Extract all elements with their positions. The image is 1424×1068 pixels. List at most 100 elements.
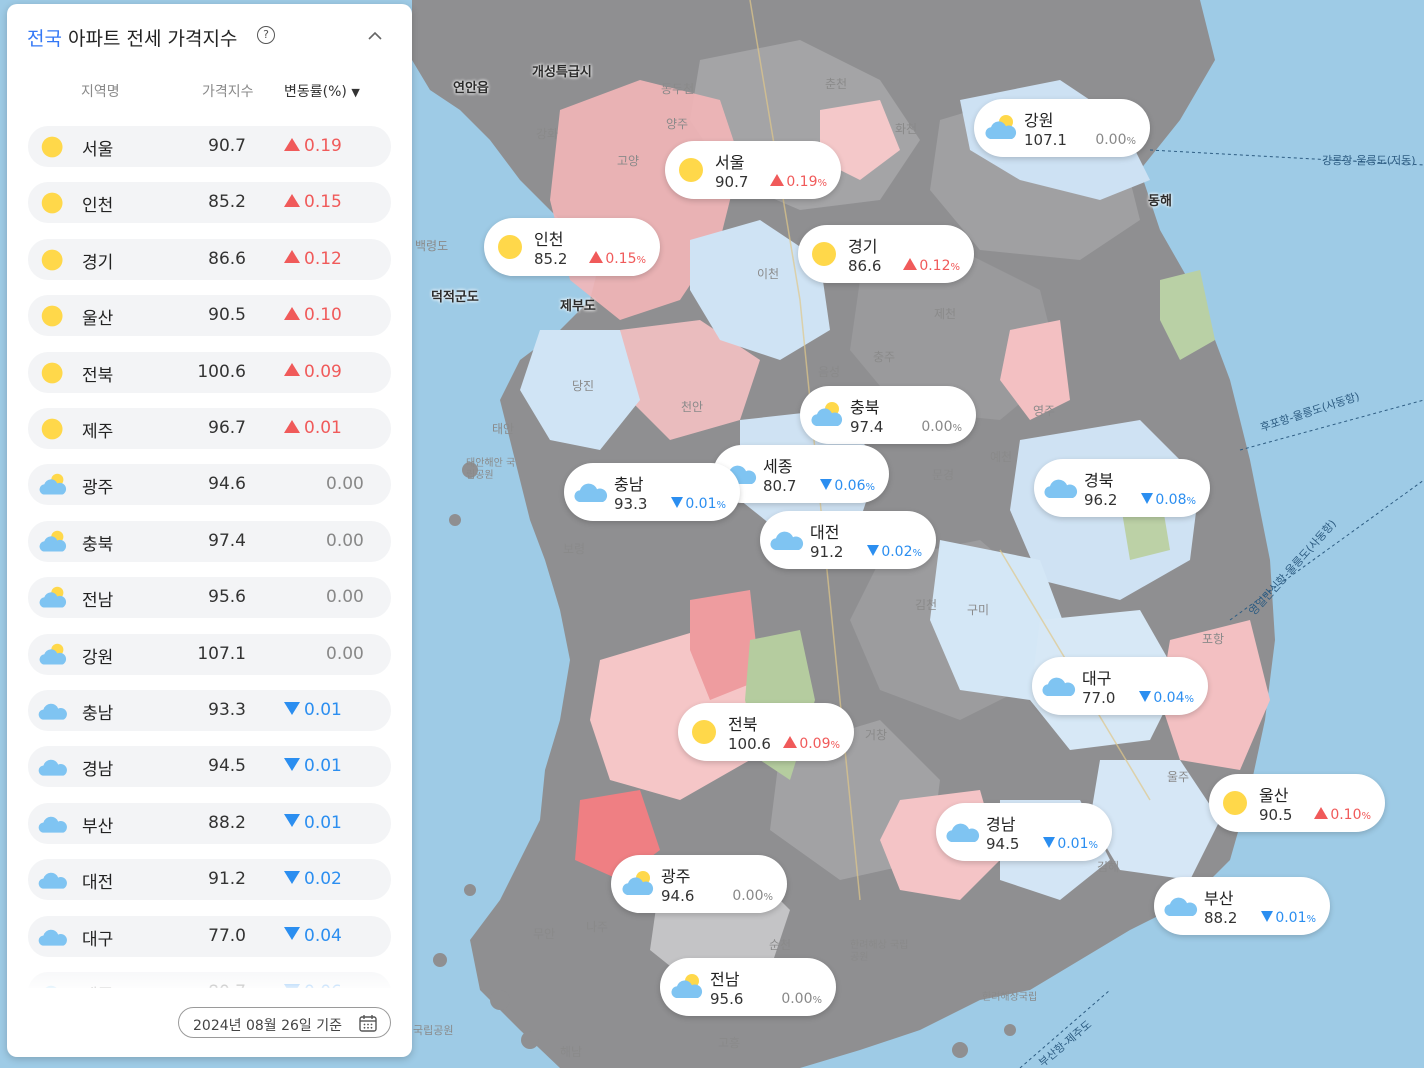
cloud-icon [38,872,67,889]
region-name: 울산 [82,309,114,330]
region-row[interactable]: 강원 107.1 0.00 [28,633,391,675]
down-arrow-icon [284,870,300,884]
cloud-icon [574,483,608,502]
cloud-icon [38,760,67,777]
marker-change-value: 0.01% [1043,836,1098,852]
map-marker-경북[interactable]: 경북 96.2 0.08% [1034,459,1210,517]
marker-index-value: 100.6 [728,735,771,753]
map-marker-부산[interactable]: 부산 88.2 0.01% [1154,877,1330,935]
map-label: 고흥 [718,1036,741,1050]
region-row[interactable]: 인천 85.2 0.15 [28,182,391,224]
map-label: 제천 [934,307,957,321]
map-label: 태안 [492,422,515,436]
change-rate-value: 0.02 [284,869,342,889]
region-row[interactable]: 충남 93.3 0.01 [28,690,391,731]
region-row[interactable]: 경기 86.6 0.12 [28,238,391,280]
region-row[interactable]: 전남 95.6 0.00 [28,577,391,619]
map-label: 순천 [769,938,792,952]
change-rate-number: 0.02 [304,869,342,890]
price-index-value: 90.5 [208,305,246,326]
region-row[interactable]: 충북 97.4 0.00 [28,520,391,562]
change-rate-value: 0.01 [284,418,342,438]
marker-region-name: 서울 [715,153,745,172]
partly-cloudy-icon [39,643,67,665]
change-rate-value: 0.15 [284,192,342,212]
map-marker-서울[interactable]: 서울 90.7 0.19% [665,141,841,199]
cloud-icon [38,929,67,946]
panel-title-text: 아파트 전세 가격지수 [61,28,238,50]
change-rate-value: 0.04 [284,926,342,946]
sun-icon [41,136,63,158]
marker-region-name: 세종 [763,457,793,476]
change-rate-number: 0.00 [326,643,364,664]
change-rate-value: 0.00 [326,644,364,664]
map-marker-대구[interactable]: 대구 77.0 0.04% [1032,657,1208,715]
marker-index-value: 90.5 [1259,806,1293,824]
price-index-value: 94.5 [208,756,246,777]
map-label: 동두천 [661,82,695,96]
down-arrow-icon [284,814,300,828]
region-row[interactable]: 대구 77.0 0.04 [28,915,391,957]
region-row[interactable]: 경남 94.5 0.01 [28,746,391,788]
column-header-change-sort[interactable]: 변동률(%) ▼ [284,81,360,101]
region-row[interactable]: 전북 100.6 0.09 [28,351,391,393]
map-marker-울산[interactable]: 울산 90.5 0.10% [1209,774,1385,832]
region-name: 충북 [82,534,114,555]
map-marker-전북[interactable]: 전북 100.6 0.09% [678,703,854,761]
cloud-icon [946,823,980,842]
map-marker-전남[interactable]: 전남 95.6 0.00% [660,958,836,1016]
change-rate-number: 0.01 [304,700,342,720]
map-label: 한려해상국립 [982,992,1038,1003]
change-rate-number: 0.01 [304,756,342,777]
change-rate-value: 0.00 [326,474,364,494]
change-rate-value: 0.01 [284,813,342,833]
map-marker-충남[interactable]: 충남 93.3 0.01% [564,463,740,521]
map-label: 포항 [1202,632,1225,646]
map-marker-인천[interactable]: 인천 85.2 0.15% [484,218,660,276]
up-arrow-icon [284,193,300,207]
region-name: 광주 [82,478,114,499]
map-marker-강원[interactable]: 강원 107.1 0.00% [974,99,1150,157]
change-rate-value: 0.01 [284,700,342,720]
up-arrow-icon [770,174,785,186]
chevron-up-icon[interactable] [367,28,383,44]
map-marker-경기[interactable]: 경기 86.6 0.12% [798,225,974,283]
help-icon[interactable]: ? [257,26,275,44]
map-label: 보령 [563,542,586,556]
partly-cloudy-icon [39,474,67,495]
region-row[interactable]: 대전 91.2 0.02 [28,859,391,901]
down-arrow-icon [1261,910,1274,922]
change-rate-number: 0.00 [326,474,364,495]
ferry-route-label: 강릉항-울릉도(저동) [1322,154,1416,167]
marker-region-name: 전남 [710,970,740,989]
cloud-icon [770,531,804,550]
region-row[interactable]: 제주 96.7 0.01 [28,408,391,449]
region-row[interactable]: 서울 90.7 0.19 [28,126,391,167]
region-row[interactable]: 부산 88.2 0.01 [28,802,391,844]
map-label: 문경 [932,468,955,482]
map-marker-충북[interactable]: 충북 97.4 0.00% [800,386,976,444]
change-rate-number: 0.15 [304,192,342,213]
map-marker-광주[interactable]: 광주 94.6 0.00% [611,855,787,913]
map-label: 거창 [865,728,888,742]
map-label: 무안 [533,927,556,941]
region-name: 부산 [82,816,114,837]
map-marker-대전[interactable]: 대전 91.2 0.02% [760,511,936,569]
region-list[interactable]: 서울 90.7 0.19 인천 85.2 0.15 경기 86.6 0.12 울산 90.5 0.10… [28,126,391,988]
marker-index-value: 91.2 [810,543,844,561]
marker-index-value: 96.2 [1084,491,1118,509]
calendar-icon [359,1015,377,1032]
date-selector-button[interactable]: 2024년 08월 26일 기준 [178,1007,391,1038]
map-label: 천안 [681,400,704,414]
map-label: 제부도 [560,299,596,314]
region-scope-label[interactable]: 전국 [27,28,62,50]
marker-change-value: 0.01% [671,496,726,512]
region-row[interactable]: 울산 90.5 0.10 [28,295,391,337]
map-label: 예천 [990,450,1013,464]
up-arrow-icon [589,251,604,263]
map-marker-경남[interactable]: 경남 94.5 0.01% [936,803,1112,861]
change-rate-number: 0.10 [304,305,342,326]
change-rate-value: 0.01 [284,756,342,776]
sort-desc-icon: ▼ [351,86,360,99]
region-row[interactable]: 광주 94.6 0.00 [28,464,391,506]
